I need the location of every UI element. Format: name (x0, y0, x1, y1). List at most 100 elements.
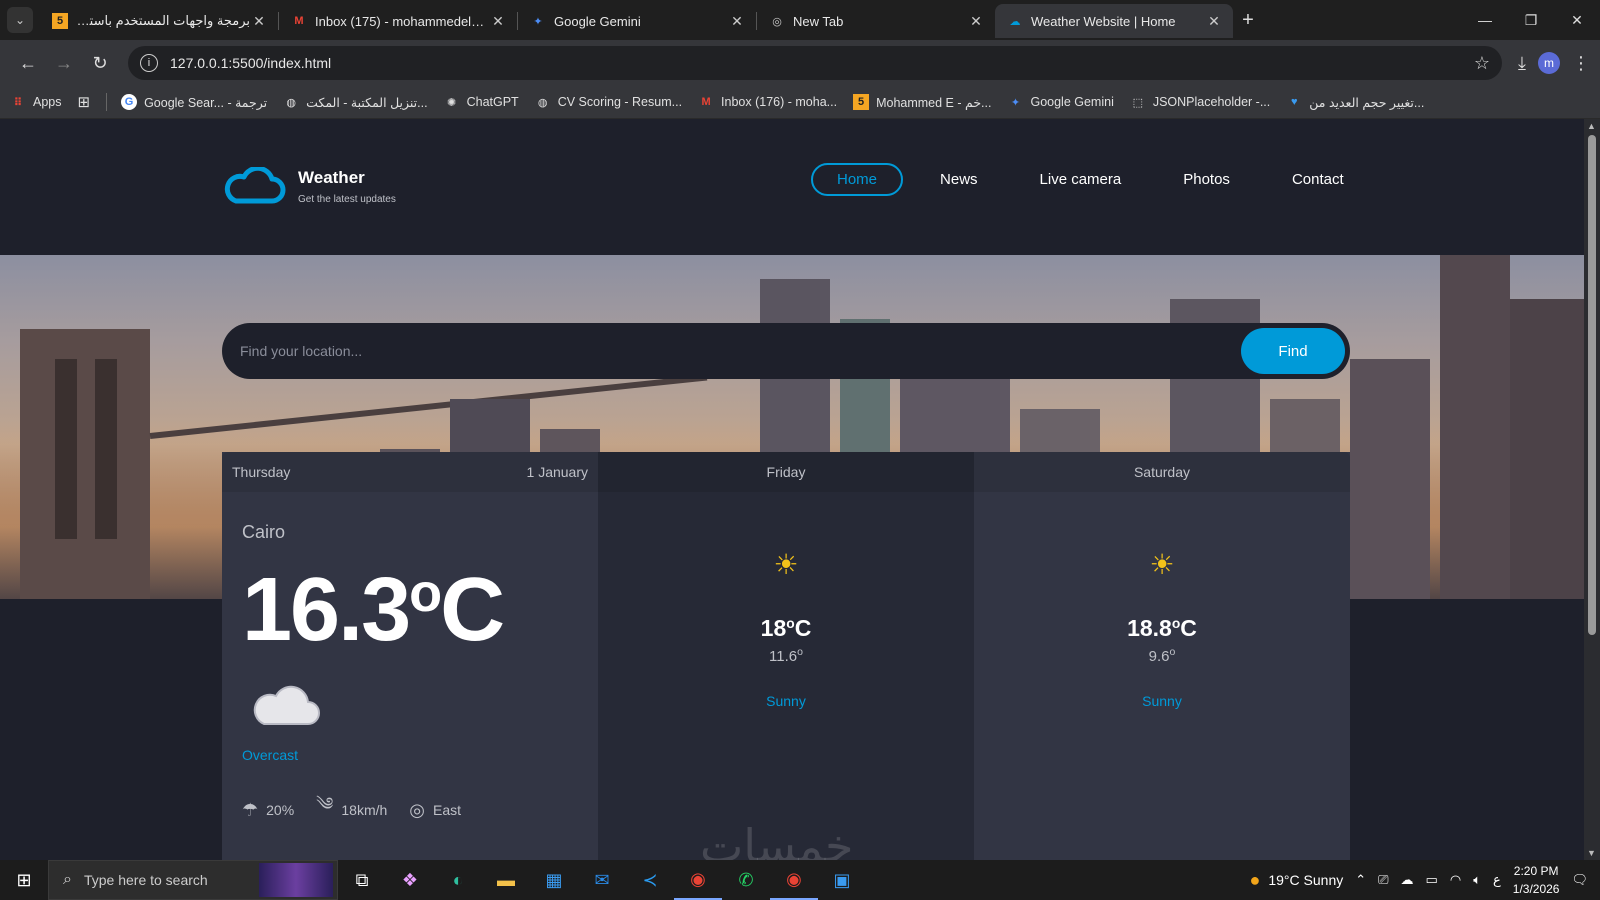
nav-news[interactable]: News (940, 171, 978, 188)
profile-avatar[interactable]: m (1538, 52, 1560, 74)
today-condition: Overcast (242, 747, 299, 763)
onedrive-icon[interactable]: ☁ (1401, 872, 1414, 888)
outlook-icon[interactable]: ✉ (578, 860, 626, 900)
tab-favicon-icon: 5 (52, 13, 68, 29)
search-icon: ⌕ (63, 871, 72, 888)
direction-stat: ◎ East (409, 799, 462, 820)
taskbar-clock[interactable]: 2:20 PM 1/3/2026 (1513, 862, 1560, 898)
close-icon[interactable]: ✕ (967, 13, 985, 30)
taskbar-weather[interactable]: ● 19°C Sunny (1249, 870, 1343, 891)
browser-tab[interactable]: 5 برمجة واجهات المستخدم باستخدام ✕ (40, 4, 278, 38)
heart-icon: ♥ (1291, 96, 1298, 108)
bookmark-label: CV Scoring - Resum... (557, 95, 683, 109)
bookmark-item[interactable]: ♥ تغيير حجم العديد من... (1286, 94, 1424, 110)
restore-icon[interactable]: ❐ (1508, 0, 1554, 40)
whatsapp-icon[interactable]: ✆ (722, 860, 770, 900)
chevron-up-icon[interactable]: ⌃ (1355, 872, 1366, 888)
close-icon[interactable]: ✕ (728, 13, 746, 30)
wind-icon: ༄ (316, 794, 334, 814)
globe-icon: ◍ (537, 96, 548, 109)
copilot-icon[interactable]: ❖ (386, 860, 434, 900)
windows-taskbar: ⊞ ⌕ Type here to search ⧉ ❖ ◐ ▬ ▦ ✉ ≺ ◉ … (0, 860, 1600, 900)
browser-tab-active[interactable]: ☁ Weather Website | Home ✕ (995, 4, 1233, 38)
bookmark-apps[interactable]: ⠿ Apps (10, 94, 62, 110)
photos-icon[interactable]: ▣ (818, 860, 866, 900)
today-date: 1 January (526, 464, 588, 480)
forecast-table: Thursday 1 January Cairo 16.3oC Overcast… (222, 452, 1350, 860)
windows-start-icon[interactable]: ⊞ (0, 860, 48, 900)
chrome-dev-icon[interactable]: ◉ (674, 860, 722, 900)
close-icon[interactable]: ✕ (250, 13, 268, 30)
umbrella-icon: ☂ (242, 799, 259, 820)
bookmark-item[interactable]: ◍ CV Scoring - Resum... (535, 94, 682, 110)
tab-groups-icon[interactable]: ⊞ (78, 93, 91, 111)
current-temperature: 16.3oC (242, 560, 505, 660)
bookmark-item[interactable]: 5 Mohammed E - خم... (853, 94, 991, 110)
location-search-input[interactable] (240, 343, 1241, 359)
browser-toolbar: ← → ↻ i 127.0.0.1:5500/index.html ☆ ⤓ m … (0, 40, 1600, 86)
taskbar-search[interactable]: ⌕ Type here to search (48, 860, 338, 900)
next-day-forecast: Friday ☀ 18oC 11.6o Sunny (598, 452, 974, 860)
task-view-icon[interactable]: ⧉ (338, 860, 386, 900)
scroll-up-icon[interactable]: ▲ (1587, 121, 1596, 131)
new-tab-button[interactable]: + (1233, 0, 1263, 40)
today-day: Thursday (232, 464, 291, 480)
minimize-icon[interactable]: — (1462, 0, 1508, 40)
bridge-tower (20, 329, 150, 599)
sun-icon: ☀ (773, 549, 799, 580)
menu-kebab-icon[interactable]: ⋮ (1572, 53, 1590, 74)
close-window-icon[interactable]: ✕ (1554, 0, 1600, 40)
bookmark-label: ChatGPT (466, 95, 519, 109)
browser-tab-bar: ⌄ 5 برمجة واجهات المستخدم باستخدام ✕ M I… (0, 0, 1600, 40)
notification-icon[interactable]: 🗨︎ (1571, 872, 1588, 888)
bookmark-item[interactable]: ◍ تنزيل المكتبة - المكت... (283, 94, 427, 110)
info-icon[interactable]: i (140, 54, 158, 72)
bookmark-item[interactable]: G Google Sear... - ترجمة (121, 94, 267, 110)
edge-icon[interactable]: ◐ (434, 860, 482, 900)
nav-live-camera[interactable]: Live camera (1040, 171, 1122, 188)
meet-icon[interactable]: ⎚ (1378, 872, 1388, 888)
language-indicator[interactable]: ع (1493, 872, 1501, 888)
scrollbar-thumb[interactable] (1588, 135, 1596, 635)
bookmark-item[interactable]: ⬚ JSONPlaceholder -... (1130, 94, 1271, 110)
bookmark-item[interactable]: ✺ ChatGPT (444, 94, 519, 110)
vscode-icon[interactable]: ≺ (626, 860, 674, 900)
site-logo[interactable]: Weather Get the latest updates (222, 167, 396, 205)
chrome-icon[interactable]: ◉ (770, 860, 818, 900)
download-icon[interactable]: ⤓ (1518, 53, 1526, 74)
wifi-icon[interactable]: ◠ (1450, 872, 1461, 888)
browser-tab[interactable]: ◎ New Tab ✕ (757, 4, 995, 38)
nav-contact[interactable]: Contact (1292, 171, 1344, 188)
close-icon[interactable]: ✕ (489, 13, 507, 30)
star-icon[interactable]: ☆ (1474, 53, 1490, 74)
back-arrow-icon[interactable]: ← (10, 45, 46, 81)
location-search-bar: Find (222, 323, 1350, 379)
scroll-down-icon[interactable]: ▼ (1587, 848, 1596, 858)
nav-home[interactable]: Home (811, 163, 904, 196)
reload-icon[interactable]: ↻ (82, 45, 118, 81)
min-temperature: 11.6o (769, 646, 803, 665)
min-temperature: 9.6o (1148, 646, 1176, 665)
bookmark-label: Mohammed E - خم... (876, 95, 992, 110)
tab-title: Weather Website | Home (1031, 13, 1176, 29)
forward-arrow-icon[interactable]: → (46, 45, 82, 81)
battery-icon[interactable]: ▭ (1426, 872, 1438, 888)
tab-search-button[interactable]: ⌄ (0, 0, 40, 40)
bookmark-item[interactable]: M Inbox (176) - moha... (698, 94, 837, 110)
browser-tab[interactable]: ✦ Google Gemini ✕ (518, 4, 756, 38)
cloud-icon (252, 680, 578, 733)
cloud-logo-icon (224, 167, 286, 204)
volume-icon[interactable]: 🔈︎ (1473, 872, 1481, 888)
url-text[interactable]: 127.0.0.1:5500/index.html (170, 55, 331, 71)
bookmark-item[interactable]: ✦ Google Gemini (1007, 94, 1114, 110)
close-icon[interactable]: ✕ (1205, 13, 1223, 30)
page-scrollbar[interactable]: ▲ ▼ (1584, 119, 1600, 860)
address-bar[interactable]: i 127.0.0.1:5500/index.html ☆ (128, 46, 1503, 80)
tab-title: Google Gemini (554, 13, 641, 29)
file-explorer-icon[interactable]: ▬ (482, 860, 530, 900)
find-button[interactable]: Find (1241, 328, 1345, 374)
nav-photos[interactable]: Photos (1183, 171, 1230, 188)
watermark-logo: خمسات (700, 819, 854, 860)
store-icon[interactable]: ▦ (530, 860, 578, 900)
browser-tab[interactable]: M Inbox (175) - mohammedeldah ✕ (279, 4, 517, 38)
